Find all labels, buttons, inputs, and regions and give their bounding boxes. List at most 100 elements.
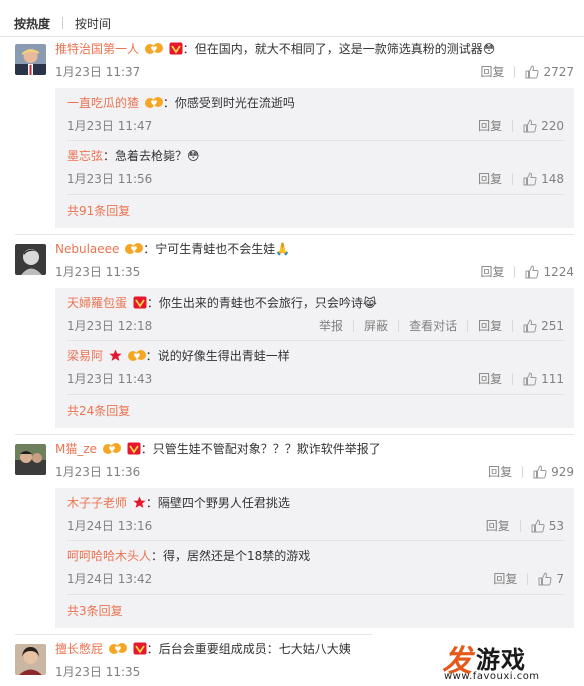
- fan-badge-icon: ♥: [144, 42, 163, 60]
- comment-text: 后台会重要组成成员：七大姑八大姨: [158, 642, 351, 656]
- like-count: 1224: [543, 265, 574, 279]
- like-count: 2727: [543, 65, 574, 79]
- reply-text: 隔壁四个野男人任君挑选: [157, 496, 290, 510]
- avatar[interactable]: [15, 444, 46, 475]
- reply-item: 天婦羅包蛋 ：你生出来的青蛙也不会旅行，只会吟诗😹 1月23日 12:18 举报…: [67, 296, 564, 334]
- divider: [67, 140, 564, 141]
- reply-text: 你生出来的青蛙也不会旅行，只会吟诗: [158, 296, 363, 310]
- more-replies-link[interactable]: 共24条回复: [67, 402, 130, 420]
- reply-button[interactable]: 回复: [493, 571, 517, 587]
- star-badge-icon: [109, 349, 122, 367]
- like-count: 111: [541, 372, 564, 386]
- more-replies-link[interactable]: 共3条回复: [67, 602, 123, 620]
- reply-date: 1月23日 11:47: [67, 119, 153, 133]
- username[interactable]: 呵呵哈哈木头人: [67, 549, 151, 563]
- reply-button[interactable]: 回复: [478, 318, 502, 334]
- comment-date: 1月23日 11:37: [55, 65, 141, 79]
- divider: [15, 434, 574, 435]
- reply-item: 呵呵哈哈木头人：得，居然还是个18禁的游戏 1月24日 13:42 回复 7: [67, 549, 564, 587]
- divider: [67, 194, 564, 195]
- username[interactable]: 一直吃瓜的猹: [67, 96, 139, 110]
- like-button[interactable]: 111: [523, 371, 564, 387]
- thumbs-up-icon: [523, 372, 537, 386]
- reply-item: 一直吃瓜的猹 ♥ ：你感受到时光在流逝吗 1月23日 11:47 回复 220: [67, 96, 564, 134]
- reply-box: 天婦羅包蛋 ：你生出来的青蛙也不会旅行，只会吟诗😹 1月23日 12:18 举报…: [55, 288, 574, 428]
- avatar[interactable]: [15, 644, 46, 675]
- avatar[interactable]: [15, 44, 46, 75]
- comment-text: 但在国内，就大不相同了，这是一款筛选真粉的测试器: [194, 42, 483, 56]
- flushed-emoji-icon: 😳: [482, 42, 496, 56]
- avatar[interactable]: [15, 244, 46, 275]
- comment: M猫_ze ♥ ：只管生娃不管配对象？？？欺诈软件举报了 1月23日 11:36…: [0, 440, 584, 635]
- sort-by-hot-tab[interactable]: 按热度: [14, 15, 50, 32]
- username[interactable]: Nebulaeee: [55, 242, 119, 256]
- reply-text: 急着去枪毙？: [115, 149, 188, 163]
- reply-button[interactable]: 回复: [480, 264, 504, 280]
- vip-badge-icon: [133, 296, 147, 314]
- like-button[interactable]: 251: [523, 318, 564, 334]
- fan-badge-icon: ♥: [127, 349, 146, 367]
- username[interactable]: 梁易阿: [67, 349, 103, 363]
- like-button[interactable]: 2727: [525, 64, 574, 80]
- reply-date: 1月24日 13:42: [67, 572, 153, 586]
- block-button[interactable]: 屏蔽: [364, 318, 388, 334]
- reply-button[interactable]: 回复: [478, 118, 502, 134]
- like-button[interactable]: 1224: [525, 264, 574, 280]
- reply-date: 1月23日 11:56: [67, 172, 153, 186]
- reply-date: 1月23日 12:18: [67, 319, 153, 333]
- comment-date: 1月23日 11:36: [55, 465, 141, 479]
- like-button[interactable]: 7: [538, 571, 564, 587]
- divider: [67, 340, 564, 341]
- svg-text:♥: ♥: [114, 645, 121, 654]
- thumbs-up-icon: [523, 172, 537, 186]
- reply-item: 墨忘弦：急着去枪毙？😳 1月23日 11:56 回复 148: [67, 149, 564, 187]
- vip-badge-icon: [127, 442, 141, 460]
- comment-text: 只管生娃不管配对象？？？欺诈软件举报了: [152, 442, 381, 456]
- thumbs-up-icon: [525, 265, 539, 279]
- comment-date: 1月23日 11:35: [55, 265, 141, 279]
- sort-by-time-tab[interactable]: 按时间: [75, 15, 111, 32]
- username[interactable]: 擅长憋屁: [55, 642, 103, 656]
- like-count: 53: [548, 519, 564, 533]
- reply-button[interactable]: 回复: [478, 371, 502, 387]
- divider: [0, 36, 584, 37]
- sort-bar: 按热度 按时间: [14, 14, 111, 32]
- reply-date: 1月23日 11:43: [67, 372, 153, 386]
- comment-date: 1月23日 11:35: [55, 665, 141, 679]
- like-button[interactable]: 148: [523, 171, 564, 187]
- thumbs-up-icon: [525, 65, 539, 79]
- comment-text: 宁可生青蛙也不会生娃: [155, 242, 276, 256]
- svg-text:♥: ♥: [131, 245, 138, 254]
- report-button[interactable]: 举报: [319, 318, 343, 334]
- reply-text: 你感受到时光在流逝吗: [174, 96, 295, 110]
- site-watermark-logo: 发 游戏 www.favouxi.com: [372, 632, 584, 686]
- fan-badge-icon: ♥: [144, 96, 163, 114]
- fan-badge-icon: ♥: [125, 242, 144, 260]
- username[interactable]: 推特治国第一人: [55, 42, 139, 56]
- more-replies-link[interactable]: 共91条回复: [67, 202, 130, 220]
- sort-divider: [62, 17, 64, 29]
- like-count: 929: [551, 465, 574, 479]
- view-conversation-button[interactable]: 查看对话: [409, 318, 457, 334]
- comment-actions: 回复 2727: [480, 64, 574, 80]
- reply-item: 梁易阿 ♥ ：说的好像生得出青蛙一样 1月23日 11:43 回复 111: [67, 349, 564, 387]
- thumbs-up-icon: [523, 319, 537, 333]
- username[interactable]: 天婦羅包蛋: [67, 296, 127, 310]
- username[interactable]: 木子子老师: [67, 496, 127, 510]
- reply-button[interactable]: 回复: [488, 464, 512, 480]
- like-button[interactable]: 220: [523, 118, 564, 134]
- like-button[interactable]: 53: [531, 518, 564, 534]
- svg-text:♥: ♥: [133, 352, 140, 361]
- fan-badge-icon: ♥: [102, 442, 121, 460]
- divider: [67, 594, 564, 595]
- like-button[interactable]: 929: [533, 464, 574, 480]
- reply-date: 1月24日 13:16: [67, 519, 153, 533]
- username[interactable]: 墨忘弦: [67, 149, 103, 163]
- reply-button[interactable]: 回复: [478, 171, 502, 187]
- comment: Nebulaeee ♥ ：宁可生青蛙也不会生娃🙏 1月23日 11:35 回复 1…: [0, 240, 584, 435]
- reply-box: 一直吃瓜的猹 ♥ ：你感受到时光在流逝吗 1月23日 11:47 回复 220 墨…: [55, 88, 574, 228]
- svg-text:♥: ♥: [150, 99, 157, 108]
- reply-button[interactable]: 回复: [486, 518, 510, 534]
- reply-button[interactable]: 回复: [480, 64, 504, 80]
- username[interactable]: M猫_ze: [55, 442, 97, 456]
